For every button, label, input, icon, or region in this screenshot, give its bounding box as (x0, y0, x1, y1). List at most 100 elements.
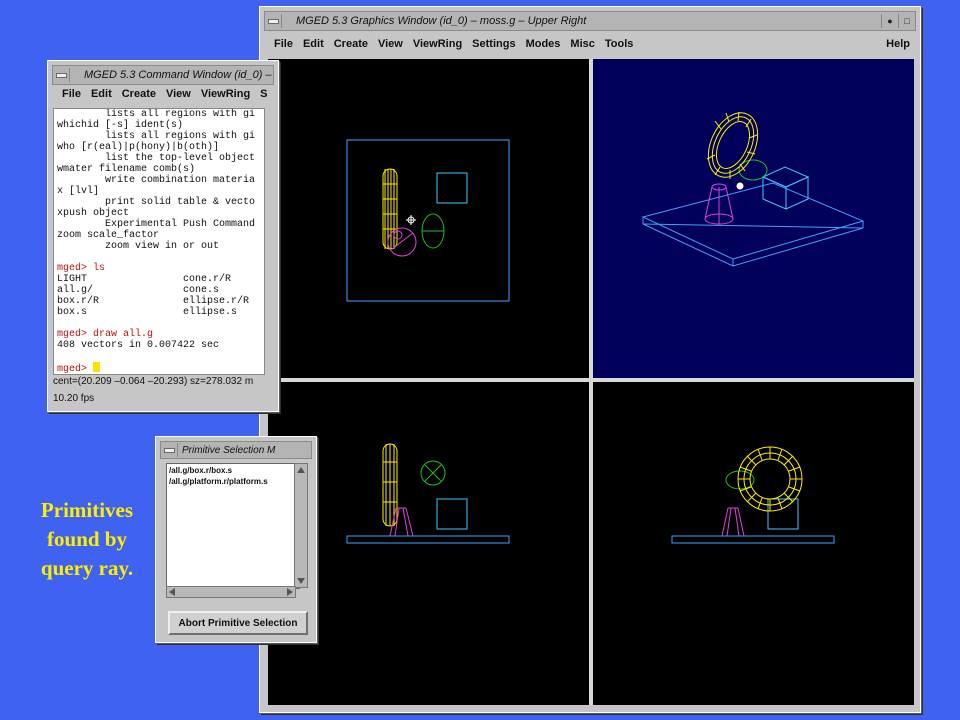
menu-edit[interactable]: Edit (303, 38, 324, 50)
console-line: who [r(eal)|p(hony)|b(oth)] (57, 142, 220, 153)
list-item[interactable]: /all.g/box.r/box.s (169, 466, 297, 477)
scroll-up-icon[interactable] (297, 467, 305, 473)
primitive-list[interactable]: /all.g/box.r/box.s /all.g/platform.r/pla… (166, 463, 300, 589)
primitive-selection-window[interactable]: Primitive Selection M /all.g/box.r/box.s… (155, 436, 317, 643)
command-console[interactable]: lists all regions with gi whichid [-s] id… (53, 108, 265, 375)
menu-file[interactable]: File (274, 38, 293, 50)
console-line: LIGHT cone.r/R (57, 274, 232, 285)
graphics-display[interactable] (268, 59, 914, 705)
menu-settings-truncated[interactable]: S (260, 88, 267, 100)
menu-edit[interactable]: Edit (91, 88, 112, 100)
box-primitive (767, 498, 799, 530)
platform-primitive (641, 182, 865, 267)
console-line: whichid [-s] ident(s) (57, 120, 184, 131)
viewport-upper-left[interactable] (268, 59, 589, 378)
graphics-window[interactable]: MGED 5.3 Graphics Window (id_0) – moss.g… (259, 6, 921, 713)
vertical-scrollbar[interactable] (294, 463, 308, 588)
menu-viewring[interactable]: ViewRing (413, 38, 462, 50)
abort-primitive-selection-button[interactable]: Abort Primitive Selection (168, 611, 308, 635)
selection-window-title: Primitive Selection M (182, 444, 276, 456)
platform-primitive (671, 535, 835, 544)
console-line: zoom scale_factor (57, 230, 160, 241)
menu-view[interactable]: View (378, 38, 403, 50)
console-line: Experimental Push Command (57, 219, 256, 230)
lower-right-view-drawing (671, 446, 835, 544)
torus-primitive (706, 111, 759, 179)
console-line: wmater filename comb(s) (57, 164, 196, 175)
box-primitive (436, 498, 468, 530)
caption-line: found by (47, 527, 127, 551)
selection-window-titlebar[interactable]: Primitive Selection M (160, 441, 312, 459)
menu-misc[interactable]: Misc (570, 38, 594, 50)
cone-primitive (721, 507, 745, 537)
console-line: box.s ellipse.s (57, 307, 238, 318)
console-line: lists all regions with gi (57, 131, 256, 142)
cone-primitive (704, 183, 734, 225)
scroll-down-icon[interactable] (297, 578, 305, 584)
scroll-left-icon[interactable] (169, 588, 175, 596)
platform-primitive (346, 535, 510, 544)
cone-primitive (389, 507, 414, 537)
caption-line: query ray. (40, 556, 134, 580)
center-crosshair-icon (736, 182, 744, 190)
console-line: mged> draw all.g (57, 329, 154, 340)
fps-readout: 10.20 fps (53, 393, 95, 404)
ellipsoid-primitive (421, 213, 445, 249)
window-menu-icon[interactable] (53, 68, 70, 82)
slide-caption: Primitives found by query ray. (12, 496, 162, 583)
horizontal-scrollbar[interactable] (166, 586, 296, 598)
menu-create[interactable]: Create (122, 88, 156, 100)
window-menu-icon[interactable] (265, 14, 282, 28)
console-line: write combination materia (57, 175, 256, 186)
console-line: print solid table & vecto (57, 197, 256, 208)
caption-line: Primitives (40, 498, 134, 522)
viewport-upper-right[interactable] (593, 59, 914, 378)
command-window-titlebar[interactable]: MGED 5.3 Command Window (id_0) – m (52, 65, 274, 85)
ellipsoid-primitive (420, 460, 446, 486)
console-line: 408 vectors in 0.007422 sec (57, 340, 220, 351)
upper-left-view-drawing (346, 139, 510, 302)
view-status-readout: cent=(20.209 –0.064 –20.293) sz=278.032 … (53, 376, 254, 387)
torus-primitive (737, 446, 803, 512)
upper-right-view-drawing (641, 111, 865, 267)
viewport-divider-vertical (589, 59, 593, 705)
menu-settings[interactable]: Settings (472, 38, 515, 50)
graphics-window-title: MGED 5.3 Graphics Window (id_0) – moss.g… (296, 15, 587, 27)
minimize-icon[interactable]: ● (881, 14, 898, 28)
console-line: lists all regions with gi (57, 109, 256, 120)
menu-viewring[interactable]: ViewRing (201, 88, 250, 100)
box-primitive (761, 166, 810, 210)
menu-view[interactable]: View (166, 88, 191, 100)
list-item[interactable]: /all.g/platform.r/platform.s (169, 477, 297, 488)
menu-tools[interactable]: Tools (605, 38, 634, 50)
command-window-title: MGED 5.3 Command Window (id_0) – m (84, 69, 273, 81)
viewport-lower-right[interactable] (593, 382, 914, 705)
console-line: mged> ls (57, 263, 106, 274)
cone-primitive (387, 227, 417, 257)
window-menu-icon[interactable] (161, 443, 178, 457)
menu-create[interactable]: Create (334, 38, 368, 50)
console-line: xpush object (57, 208, 130, 219)
center-crosshair-icon (406, 215, 416, 225)
console-line: mged> (54, 362, 264, 374)
menu-modes[interactable]: Modes (526, 38, 561, 50)
scroll-right-icon[interactable] (287, 588, 293, 596)
box-primitive (436, 172, 468, 204)
console-line: zoom view in or out (57, 241, 220, 252)
command-window[interactable]: MGED 5.3 Command Window (id_0) – m File … (47, 60, 279, 412)
console-line: box.r/R ellipse.r/R (57, 296, 250, 307)
text-cursor-icon (93, 362, 101, 372)
graphics-window-titlebar[interactable]: MGED 5.3 Graphics Window (id_0) – moss.g… (264, 11, 916, 31)
menu-help[interactable]: Help (886, 38, 910, 50)
view-frame-outline (346, 139, 510, 302)
console-line: x [lvl] (57, 186, 100, 197)
graphics-menubar: File Edit Create View ViewRing Settings … (264, 33, 916, 55)
console-line: all.g/ cone.s (57, 285, 220, 296)
menu-file[interactable]: File (62, 88, 81, 100)
viewport-divider-horizontal (268, 378, 914, 382)
console-line: list the top-level object (57, 153, 256, 164)
maximize-icon[interactable]: □ (898, 14, 915, 28)
